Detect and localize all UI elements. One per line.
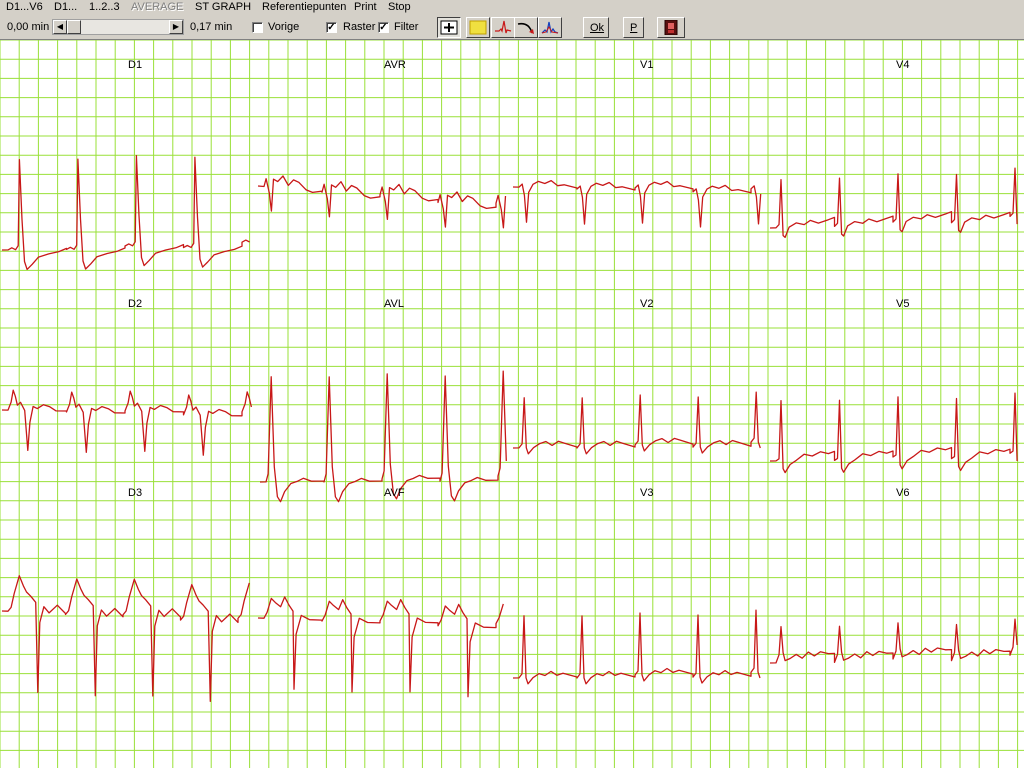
ecg-trace-d3 [1,575,250,702]
door-exit-icon [664,20,678,35]
menu-item-stop[interactable]: Stop [388,0,411,14]
spectrum-icon [541,21,559,34]
lead-label-d2: D2 [128,298,143,310]
lead-label-v5: V5 [896,298,910,310]
ecg-traces [1,155,1018,702]
menu-item-st-graph[interactable]: ST GRAPH [195,0,251,14]
ecg-trace-avf [257,596,504,698]
lead-label-avl: AVL [384,298,404,310]
p-button[interactable]: P [623,17,644,38]
ecg-trace-v3 [512,609,761,685]
ecg-trace-v4 [769,167,1018,239]
lead-label-v6: V6 [896,487,910,499]
menu-item-print[interactable]: Print [354,0,377,14]
crosshair-button[interactable] [437,17,461,38]
scroll-right-button[interactable]: ▶ [169,20,183,34]
menu-item-referentiepunten[interactable]: Referentiepunten [262,0,346,14]
lead-label-d1: D1 [128,59,143,71]
vorige-checkbox[interactable] [252,22,263,33]
crosshair-icon [440,20,458,35]
p-button-label: P [630,22,638,34]
lead-label-avr: AVR [384,59,406,71]
end-time-label: 0,17 min [190,21,233,33]
filter-label: Filter [394,21,419,33]
ecg-grid-and-traces [0,40,1024,768]
ecg-trace-v2 [512,391,761,455]
lead-label-avf: AVF [384,487,405,499]
toolbar: 0,00 min ◀ ▶ 0,17 min Vorige ✓ Raster ✓ … [0,14,1024,40]
spectrum-button[interactable] [538,17,562,38]
lead-label-v3: V3 [640,487,654,499]
lead-label-v1: V1 [640,59,654,71]
curve-measure-icon [517,22,534,34]
time-scrollbar[interactable]: ◀ ▶ [52,19,184,35]
exit-button[interactable] [657,17,685,38]
menu-item-d1[interactable]: D1... [54,0,77,14]
lead-label-v4: V4 [896,59,910,71]
start-time-label: 0,00 min [7,21,50,33]
ecg-display: D1 AVR V1 V4 D2 AVL V2 V5 D3 AVF V3 V6 [0,40,1024,768]
ecg-waveform-icon [495,20,512,34]
raster-color-icon [469,20,487,35]
menu-item-average: AVERAGE [131,1,184,13]
scroll-thumb[interactable] [67,20,81,34]
raster-label: Raster [343,21,376,33]
ecg-trace-avr [257,175,507,229]
filter-checkbox[interactable]: ✓ [378,22,389,33]
raster-checkbox[interactable]: ✓ [326,22,337,33]
scroll-left-button[interactable]: ◀ [53,20,67,34]
vorige-label: Vorige [268,21,300,33]
ok-button[interactable]: Ok [583,17,609,38]
raster-color-button[interactable] [466,17,490,38]
ecg-trace-v6 [769,618,1018,664]
ecg-trace-d2 [1,389,253,456]
menu-item-d1-v6[interactable]: D1...V6 [6,0,43,14]
lead-label-v2: V2 [640,298,654,310]
menu-item-123[interactable]: 1..2..3 [89,0,120,14]
ok-button-label: Ok [590,22,605,34]
menu-bar: D1...V6 D1... 1..2..3 AVERAGE ST GRAPH R… [0,0,1024,14]
ecg-trace-v1 [512,179,762,228]
curve-measure-button[interactable] [514,17,538,38]
ecg-waveform-button[interactable] [491,17,515,38]
ecg-trace-avl [259,370,507,503]
lead-label-d3: D3 [128,487,143,499]
